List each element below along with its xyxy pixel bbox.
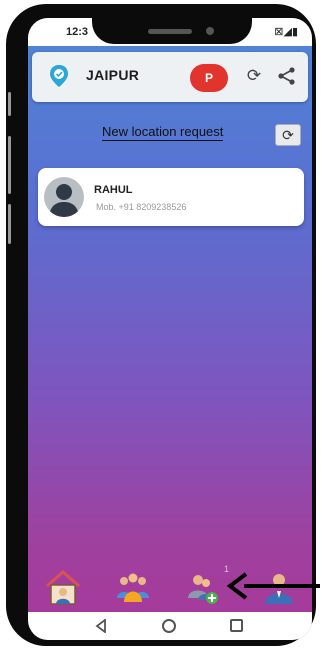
group-icon[interactable] bbox=[114, 568, 152, 606]
home-button-icon[interactable] bbox=[162, 619, 176, 633]
refresh-requests-button[interactable]: ⟳ bbox=[275, 124, 301, 146]
city-name: JAIPUR bbox=[86, 67, 140, 83]
camera-notch bbox=[92, 18, 252, 44]
app-header: JAIPUR P ⟳ bbox=[32, 52, 308, 102]
contact-name: RAHUL bbox=[94, 184, 133, 196]
speaker bbox=[148, 29, 192, 34]
profile-avatar-button[interactable]: P bbox=[190, 64, 228, 92]
location-logo-icon bbox=[50, 65, 68, 87]
new-location-request-link[interactable]: New location request bbox=[102, 124, 224, 141]
volume-button bbox=[8, 136, 11, 194]
recents-icon[interactable] bbox=[230, 619, 243, 632]
power-button bbox=[8, 204, 11, 244]
contact-phone: Mob. +91 8209238526 bbox=[96, 202, 187, 212]
android-navigation-bar bbox=[28, 612, 312, 640]
home-icon[interactable] bbox=[44, 568, 82, 606]
share-icon[interactable] bbox=[277, 66, 297, 86]
side-button bbox=[8, 92, 11, 116]
app-screen: 12:3 ⊠◢▮ JAIPUR P ⟳ New location request… bbox=[28, 18, 312, 640]
status-time: 12:3 bbox=[66, 26, 89, 38]
phone-frame: 12:3 ⊠◢▮ JAIPUR P ⟳ New location request… bbox=[6, 4, 316, 646]
front-camera bbox=[206, 27, 214, 35]
pointer-arrow-icon bbox=[226, 572, 320, 600]
back-icon[interactable] bbox=[94, 619, 108, 633]
contact-card[interactable]: RAHUL Mob. +91 8209238526 bbox=[38, 168, 304, 226]
status-icons: ⊠◢▮ bbox=[274, 26, 298, 38]
contact-avatar-icon bbox=[44, 177, 84, 217]
refresh-icon[interactable]: ⟳ bbox=[245, 67, 263, 85]
add-member-icon[interactable] bbox=[184, 568, 222, 606]
status-bar: 12:3 ⊠◢▮ bbox=[28, 18, 312, 46]
